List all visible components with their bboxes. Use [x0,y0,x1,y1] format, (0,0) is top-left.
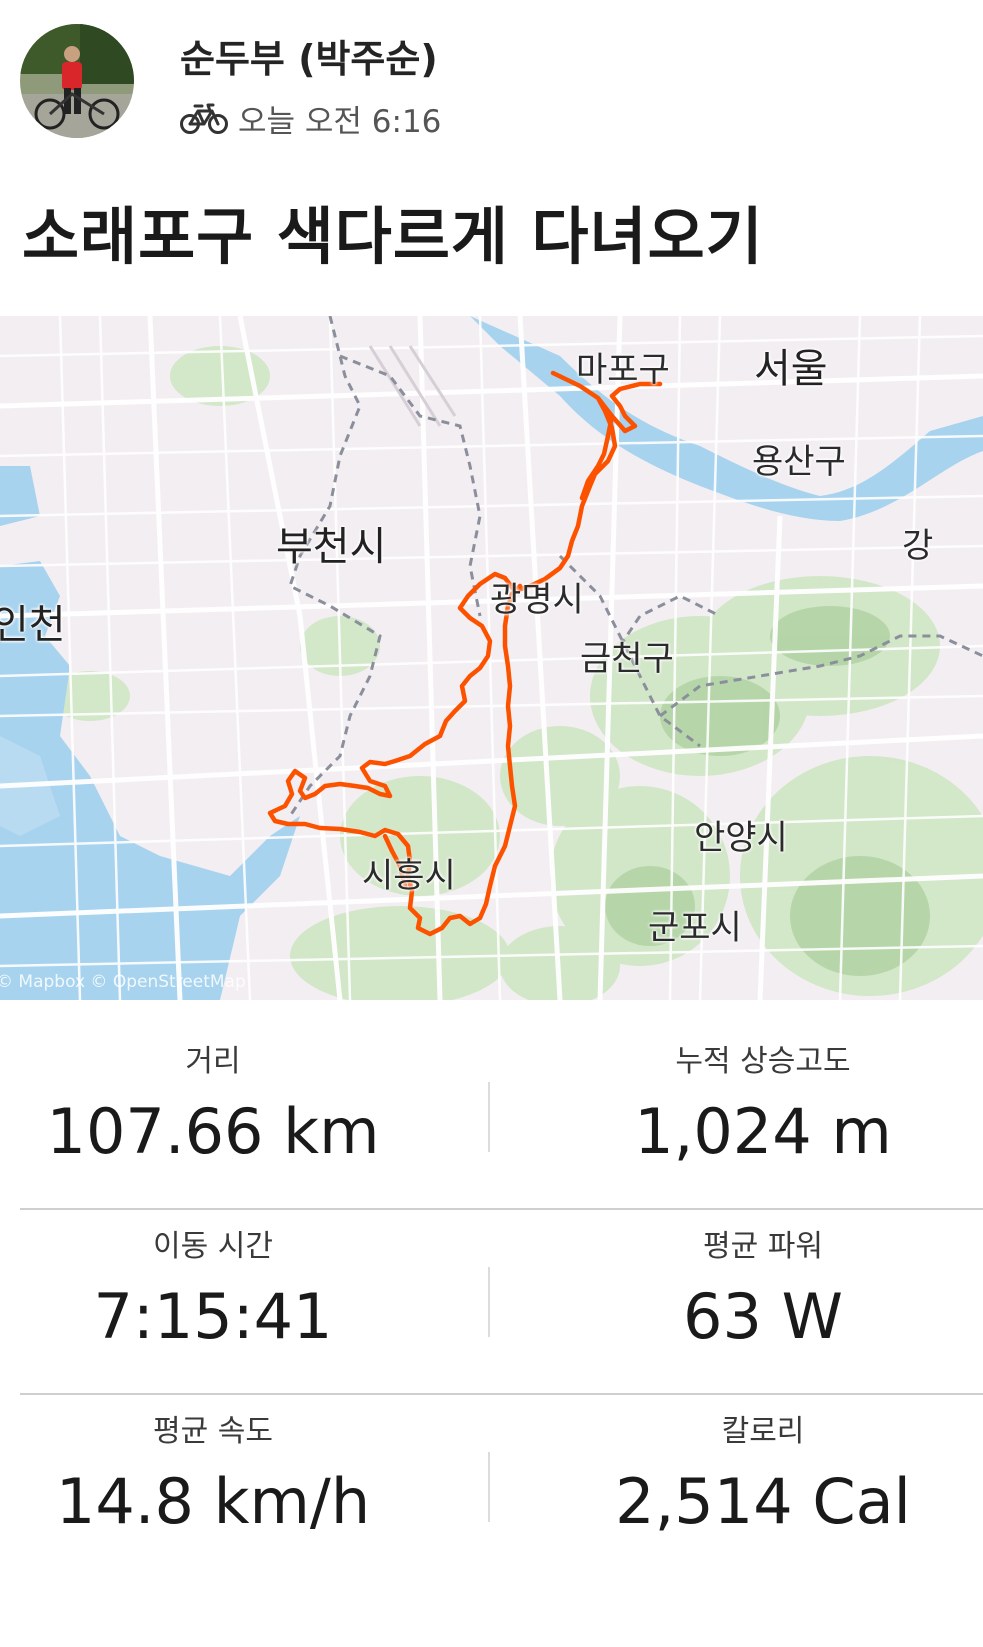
map-label-seoul: 서울 [754,346,828,392]
map-label-gunpo: 군포시 [648,908,742,948]
divider [488,1452,490,1522]
divider [488,1082,490,1152]
stat-label: 거리 [185,1044,241,1079]
stat-avg-power: 평균 파워 63 W [528,1225,983,1353]
map-background [0,316,983,1000]
bicycle-icon [180,101,228,135]
map-label-incheon: 인천 [0,602,66,648]
activity-meta: 오늘 오전 6:16 [180,96,441,140]
stat-elevation: 누적 상승고도 1,024 m [528,1040,983,1168]
stat-moving-time: 이동 시간 7:15:41 [0,1225,448,1353]
map-label-anyang: 안양시 [694,818,788,858]
map-label-bucheon: 부천시 [276,524,387,570]
stat-label: 평균 파워 [703,1229,823,1264]
stat-distance: 거리 107.66 km [0,1040,448,1168]
stats-row: 거리 107.66 km 누적 상승고도 1,024 m [0,1040,983,1224]
stat-label: 이동 시간 [153,1229,273,1264]
map-label-yongsan: 용산구 [752,442,846,482]
stat-value: 107.66 km [46,1095,380,1168]
map-label-siheung: 시흥시 [362,856,456,896]
activity-timestamp: 오늘 오전 6:16 [238,103,442,140]
map-label-gang: 강 [902,526,934,566]
stats-row: 평균 속도 14.8 km/h 칼로리 2,514 Cal [0,1410,983,1594]
map-label-geumcheon: 금천구 [580,639,674,679]
route-map[interactable]: 마포구 서울 용산구 부천시 광명시 금천구 인천 강 안양시 시흥시 군포시 … [0,316,983,1000]
divider [488,1267,490,1337]
stat-value: 14.8 km/h [55,1465,371,1538]
stat-value: 7:15:41 [93,1280,333,1353]
activity-header: 순두부 (박주순) 오늘 오전 6:16 소래포구 색다르게 다녀오기 [0,0,983,273]
stat-avg-speed: 평균 속도 14.8 km/h [0,1410,448,1538]
avatar[interactable] [20,24,134,138]
activity-title[interactable]: 소래포구 색다르게 다녀오기 [22,186,764,276]
stat-value: 63 W [683,1280,843,1353]
map-label-gwangmyeong: 광명시 [490,580,584,620]
map-attribution[interactable]: © Mapbox © OpenStreetMap [0,972,246,992]
stat-value: 1,024 m [634,1095,892,1168]
avatar-photo [20,24,134,138]
map-label-mapo: 마포구 [576,350,670,390]
stat-calories: 칼로리 2,514 Cal [528,1410,983,1538]
stat-label: 누적 상승고도 [675,1044,851,1079]
divider [20,1393,983,1395]
stats-row: 이동 시간 7:15:41 평균 파워 63 W [0,1225,983,1409]
activity-stats: 거리 107.66 km 누적 상승고도 1,024 m 이동 시간 7:15:… [0,1000,983,1647]
stat-value: 2,514 Cal [615,1465,911,1538]
divider [20,1208,983,1210]
stat-label: 평균 속도 [153,1414,273,1449]
stat-label: 칼로리 [721,1414,805,1449]
athlete-name[interactable]: 순두부 (박주순) [180,28,438,83]
